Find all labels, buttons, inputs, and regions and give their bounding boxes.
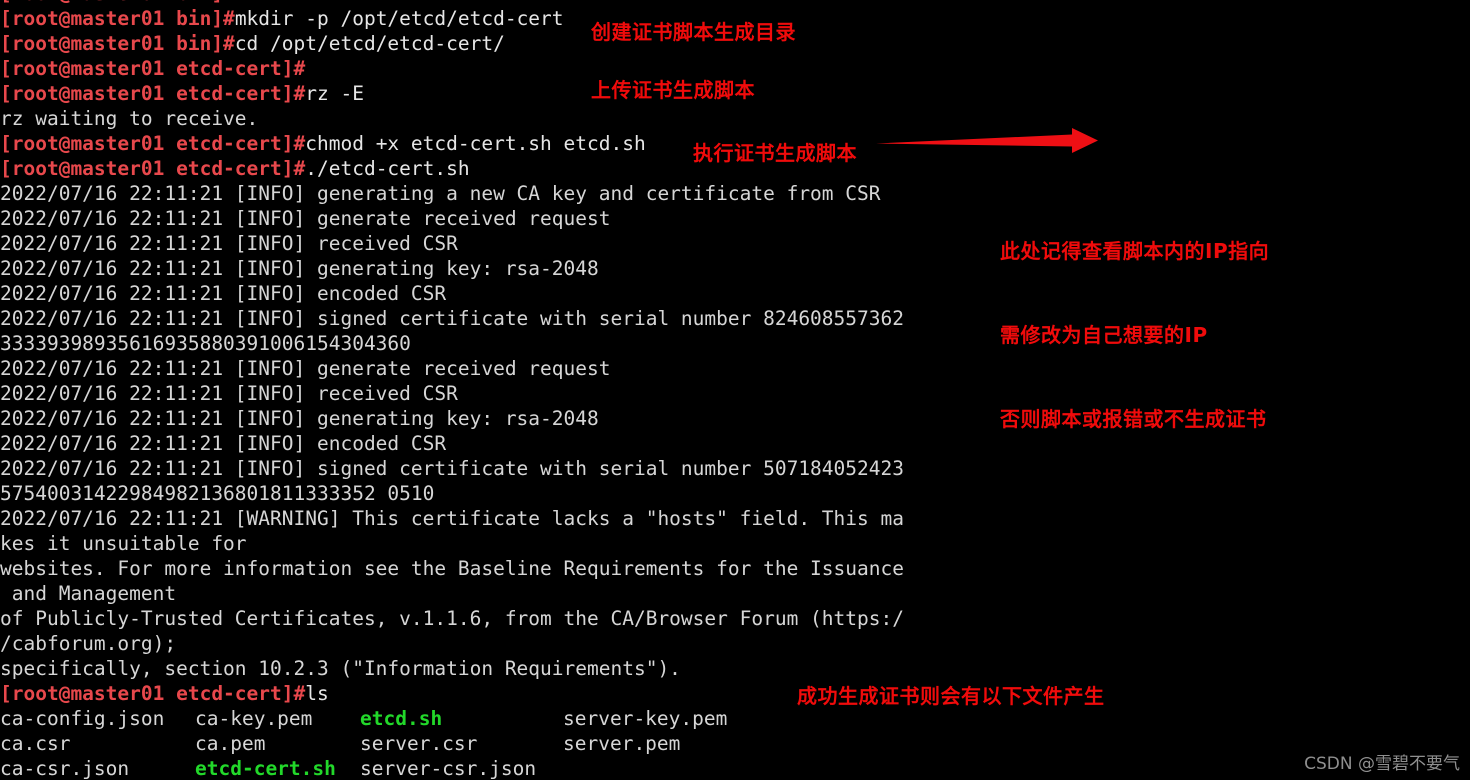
terminal-output-line: 2022/07/16 22:11:21 [INFO] generating a …: [0, 181, 1000, 206]
command-text: cd /opt/etcd/etcd-cert/: [234, 32, 505, 55]
terminal-output-line: 33339398935616935880391006154304360: [0, 331, 1000, 356]
terminal-command-line: [root@master01 etcd-cert]#: [0, 56, 1000, 81]
annotation-execute-script: 执行证书生成脚本: [693, 141, 857, 165]
shell-prompt: [root@master01 etcd-cert]#: [0, 82, 306, 105]
terminal-output-line: 2022/07/16 22:11:21 [INFO] encoded CSR: [0, 281, 1000, 306]
output-text: 33339398935616935880391006154304360: [0, 332, 411, 355]
csdn-watermark: CSDN @雪碧不要气: [1304, 754, 1460, 774]
terminal-command-line: [root@master01 bin]#mkdir -p /opt/etcd/e…: [0, 6, 1000, 31]
output-text: 2022/07/16 22:11:21 [WARNING] This certi…: [0, 507, 904, 530]
terminal-output-line: 2022/07/16 22:11:21 [INFO] generating ke…: [0, 406, 1000, 431]
output-text: 2022/07/16 22:11:21 [INFO] received CSR: [0, 382, 458, 405]
file-name: ca.pem: [195, 732, 266, 755]
output-text: 2022/07/16 22:11:21 [INFO] generating a …: [0, 182, 881, 205]
output-text: 2022/07/16 22:11:21 [INFO] generate rece…: [0, 207, 611, 230]
annotation-generated-files: 成功生成证书则会有以下文件产生: [797, 684, 1105, 708]
terminal-output-line: 2022/07/16 22:11:21 [INFO] signed certif…: [0, 306, 1000, 331]
file-name: ca-csr.json: [0, 757, 130, 780]
output-text: websites. For more information see the B…: [0, 557, 904, 580]
terminal-output-line: kes it unsuitable for: [0, 531, 1000, 556]
ls-output-row: ca-csr.json etcd-cert.sh server-csr.json: [0, 756, 1000, 780]
output-text: rz waiting to receive.: [0, 107, 259, 130]
shell-prompt: [root@master01 etcd-cert]#: [0, 132, 306, 155]
command-text: chmod +x etcd-cert.sh etcd.sh: [305, 132, 646, 155]
file-name: ca-config.json: [0, 707, 165, 730]
terminal-output-line: specifically, section 10.2.3 ("Informati…: [0, 656, 1000, 681]
output-text: kes it unsuitable for: [0, 532, 247, 555]
terminal-output-line: 2022/07/16 22:11:21 [INFO] generate rece…: [0, 356, 1000, 381]
terminal-output-line: 2022/07/16 22:11:21 [INFO] received CSR: [0, 381, 1000, 406]
command-text: mkdir -p /opt/etcd/etcd-cert: [234, 7, 564, 30]
terminal-output-line: of Publicly-Trusted Certificates, v.1.1.…: [0, 606, 1000, 631]
terminal-output-line: 57540031422984982136801811333352 0510: [0, 481, 1000, 506]
file-name: etcd-cert.sh: [195, 757, 336, 780]
command-text: ls: [305, 682, 329, 705]
ls-output-row: ca.csr ca.pem server.csr server.pem: [0, 731, 1000, 756]
output-text: 2022/07/16 22:11:21 [INFO] encoded CSR: [0, 282, 447, 305]
shell-prompt: [root@master01 etcd-cert]#: [0, 157, 306, 180]
terminal-command-line: [root@master01 bin]#cd /opt/etcd/etcd-ce…: [0, 31, 1000, 56]
terminal-output-line: websites. For more information see the B…: [0, 556, 1000, 581]
terminal-output-line: 2022/07/16 22:11:21 [INFO] generate rece…: [0, 206, 1000, 231]
output-text: and Management: [0, 582, 177, 605]
annotation-ip-line-3: 否则脚本或报错或不生成证书: [1000, 407, 1267, 431]
terminal-output: [root@master01 bin]#[root@master01 bin]#…: [0, 0, 1000, 780]
terminal-output-line: 2022/07/16 22:11:21 [INFO] received CSR: [0, 231, 1000, 256]
shell-prompt: [root@master01 bin]#: [0, 32, 235, 55]
output-text: 2022/07/16 22:11:21 [INFO] encoded CSR: [0, 432, 447, 455]
file-name: server.csr: [360, 732, 478, 755]
annotation-create-dir: 创建证书脚本生成目录: [591, 20, 796, 44]
shell-prompt: [root@master01 bin]#: [0, 7, 235, 30]
output-text: 2022/07/16 22:11:21 [INFO] generating ke…: [0, 407, 599, 430]
terminal-output-line: 2022/07/16 22:11:21 [INFO] generating ke…: [0, 256, 1000, 281]
output-text: 2022/07/16 22:11:21 [INFO] received CSR: [0, 232, 458, 255]
file-name: ca.csr: [0, 732, 71, 755]
annotation-ip-line-1: 此处记得查看脚本内的IP指向: [1000, 239, 1270, 263]
file-name: server.pem: [563, 732, 681, 755]
shell-prompt: [root@master01 etcd-cert]#: [0, 57, 306, 80]
red-arrow-icon: [876, 128, 1098, 153]
shell-prompt: [root@master01 bin]#: [0, 0, 235, 5]
terminal-output-line: 2022/07/16 22:11:21 [WARNING] This certi…: [0, 506, 1000, 531]
annotation-upload-script: 上传证书生成脚本: [591, 78, 755, 102]
output-text: 2022/07/16 22:11:21 [INFO] generating ke…: [0, 257, 599, 280]
annotation-ip-line-2: 需修改为自己想要的IP: [1000, 323, 1208, 347]
output-text: /cabforum.org);: [0, 632, 177, 655]
file-name: server-key.pem: [563, 707, 728, 730]
command-text: rz -E: [305, 82, 364, 105]
output-text: of Publicly-Trusted Certificates, v.1.1.…: [0, 607, 904, 630]
output-text: 2022/07/16 22:11:21 [INFO] signed certif…: [0, 457, 904, 480]
terminal-window[interactable]: [root@master01 bin]#[root@master01 bin]#…: [0, 0, 1470, 780]
terminal-output-line: and Management: [0, 581, 1000, 606]
terminal-output-line: /cabforum.org);: [0, 631, 1000, 656]
file-name: server-csr.json: [360, 757, 537, 780]
command-text: ./etcd-cert.sh: [305, 157, 470, 180]
terminal-output-line: 2022/07/16 22:11:21 [INFO] encoded CSR: [0, 431, 1000, 456]
terminal-output-line: 2022/07/16 22:11:21 [INFO] signed certif…: [0, 456, 1000, 481]
file-name: ca-key.pem: [195, 707, 313, 730]
annotation-ip-warning: 此处记得查看脚本内的IP指向 需修改为自己想要的IP 否则脚本或报错或不生成证书: [1000, 181, 1269, 489]
output-text: specifically, section 10.2.3 ("Informati…: [0, 657, 681, 680]
terminal-output-line: rz waiting to receive.: [0, 106, 1000, 131]
shell-prompt: [root@master01 etcd-cert]#: [0, 682, 306, 705]
output-text: 57540031422984982136801811333352 0510: [0, 482, 435, 505]
file-name: etcd.sh: [360, 707, 443, 730]
output-text: 2022/07/16 22:11:21 [INFO] signed certif…: [0, 307, 904, 330]
terminal-command-line: [root@master01 etcd-cert]#rz -E: [0, 81, 1000, 106]
output-text: 2022/07/16 22:11:21 [INFO] generate rece…: [0, 357, 611, 380]
